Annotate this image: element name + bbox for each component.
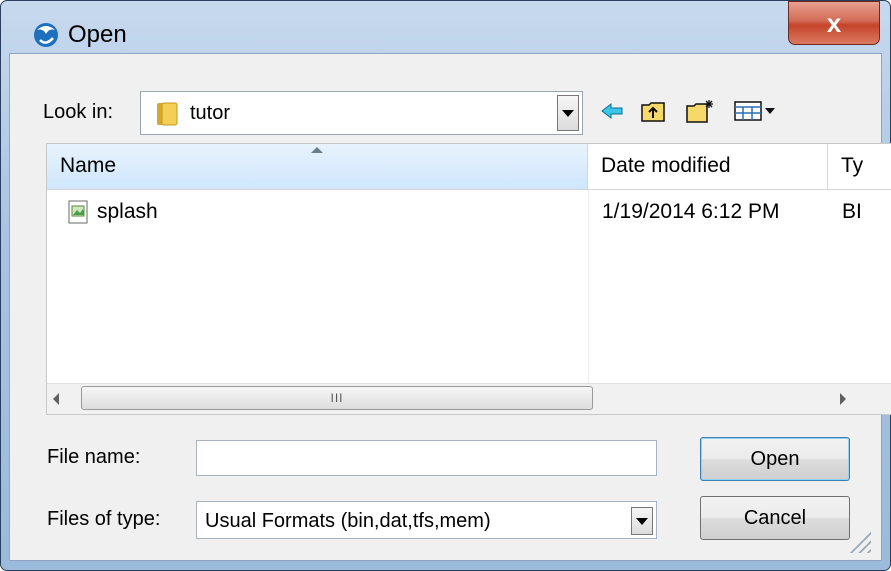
scroll-thumb[interactable]: III: [81, 386, 593, 410]
scroll-left-icon[interactable]: [53, 393, 59, 405]
window-title: Open: [68, 21, 127, 48]
lookin-label: Look in:: [43, 101, 114, 123]
folder-icon: [157, 102, 178, 126]
column-header-type[interactable]: Ty: [828, 144, 891, 190]
column-header-date[interactable]: Date modified: [588, 144, 828, 190]
column-header-date-label: Date modified: [601, 154, 731, 177]
scroll-right-icon[interactable]: [840, 393, 846, 405]
filetype-dropdown[interactable]: Usual Formats (bin,dat,tfs,mem): [196, 501, 657, 539]
image-file-icon: [68, 200, 88, 224]
open-button[interactable]: Open: [700, 437, 850, 481]
lookin-dropdown[interactable]: tutor: [140, 91, 583, 135]
column-header-name-label: Name: [60, 154, 117, 177]
chevron-down-icon[interactable]: [557, 95, 579, 131]
close-icon: x: [826, 7, 842, 38]
file-row[interactable]: splash 1/19/2014 6:12 PM BI: [47, 196, 891, 232]
filetype-label: Files of type:: [47, 508, 161, 530]
app-logo-icon: [34, 23, 58, 47]
file-name: splash: [97, 200, 158, 223]
sort-ascending-icon: [311, 147, 323, 153]
file-type: BI: [842, 200, 862, 223]
close-button[interactable]: x: [788, 1, 880, 45]
up-folder-icon[interactable]: [637, 96, 669, 126]
new-folder-icon[interactable]: [683, 96, 717, 126]
file-date: 1/19/2014 6:12 PM: [602, 200, 780, 223]
horizontal-scrollbar[interactable]: III: [47, 383, 891, 414]
view-menu-icon[interactable]: [731, 96, 787, 126]
filename-field[interactable]: [196, 440, 657, 476]
filetype-value: Usual Formats (bin,dat,tfs,mem): [205, 510, 491, 532]
chevron-down-icon[interactable]: [631, 507, 653, 535]
filename-label: File name:: [47, 446, 141, 468]
cancel-button[interactable]: Cancel: [700, 496, 850, 540]
scroll-grip: III: [330, 391, 344, 405]
column-header-name[interactable]: Name: [47, 144, 588, 190]
file-list[interactable]: Name Date modified Ty splash 1/19/2014 6…: [46, 143, 891, 415]
title-bar[interactable]: Open x: [1, 1, 890, 53]
back-arrow-icon[interactable]: [597, 96, 627, 126]
column-header-type-label: Ty: [841, 154, 864, 177]
lookin-value: tutor: [190, 102, 231, 124]
